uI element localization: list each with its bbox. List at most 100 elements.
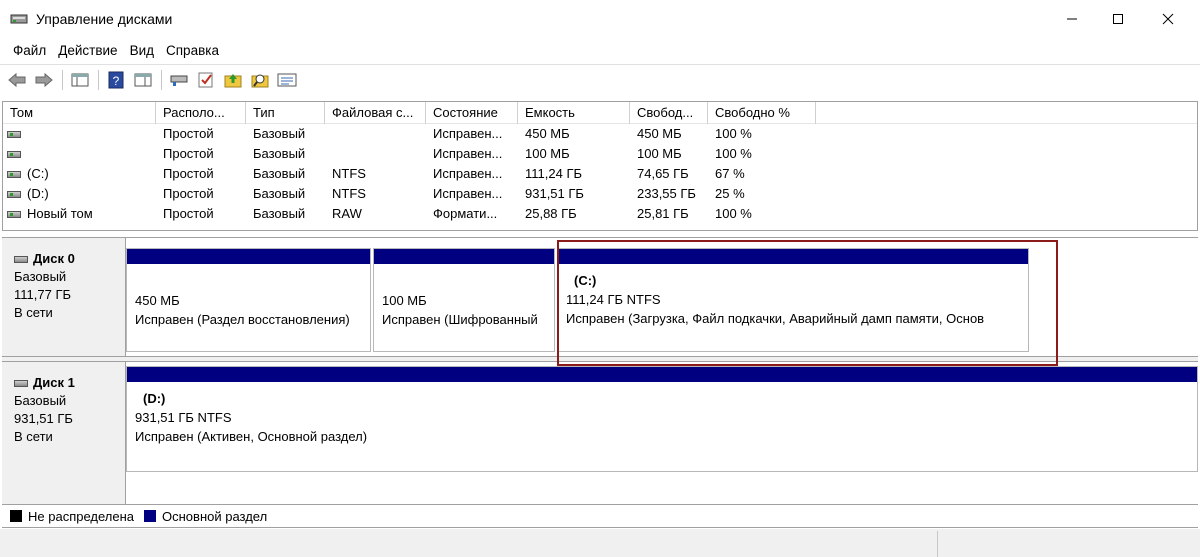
table-row[interactable]: Простой Базовый Исправен... 100 МБ 100 М… xyxy=(3,144,1197,164)
type-cell: Базовый xyxy=(253,186,306,201)
minimize-button[interactable] xyxy=(1049,0,1095,38)
forward-arrow-icon[interactable] xyxy=(33,69,55,91)
partition-bar xyxy=(127,367,1197,382)
legend: Не распределена Основной раздел xyxy=(2,504,1198,528)
volume-cell: (C:) xyxy=(3,164,156,184)
filesystem-cell: RAW xyxy=(332,206,362,221)
status-bar xyxy=(0,529,1200,557)
disk-1-info[interactable]: Диск 1 Базовый 931,51 ГБ В сети xyxy=(2,362,126,504)
menu-help[interactable]: Справка xyxy=(160,43,225,58)
filesystem-cell xyxy=(325,124,426,144)
partition-name: (D:) xyxy=(143,391,166,406)
toolbar-separator xyxy=(161,69,162,90)
minimize-icon xyxy=(1067,18,1077,20)
partition-status: Исправен (Активен, Основной раздел) xyxy=(135,429,368,444)
disk-1-row: Диск 1 Базовый 931,51 ГБ В сети (D:) 931… xyxy=(2,362,1198,504)
menu-view[interactable]: Вид xyxy=(124,43,160,58)
toolbar-separator xyxy=(62,69,63,90)
layout-cell: Простой xyxy=(163,126,214,141)
search-folder-icon[interactable] xyxy=(249,69,271,91)
column-header-filesystem[interactable]: Файловая с... xyxy=(325,102,426,124)
status-bar-divider xyxy=(937,531,938,557)
disk-type: Базовый xyxy=(14,269,67,284)
filesystem-cell: NTFS xyxy=(332,186,366,201)
partition-size: 931,51 ГБ NTFS xyxy=(135,410,232,425)
free-percent-cell: 25 % xyxy=(715,186,745,201)
legend-label-unallocated: Не распределена xyxy=(28,508,135,524)
type-cell: Базовый xyxy=(253,126,306,141)
console-tree-icon[interactable] xyxy=(69,69,91,91)
column-header-status[interactable]: Состояние xyxy=(426,102,518,124)
disk-size: 931,51 ГБ xyxy=(14,411,73,426)
status-cell: Исправен... xyxy=(433,126,503,141)
layout-cell: Простой xyxy=(163,186,214,201)
disk-management-app-icon xyxy=(10,11,28,27)
partition-d[interactable]: (D:) 931,51 ГБ NTFS Исправен (Активен, О… xyxy=(126,366,1198,472)
disk-type: Базовый xyxy=(14,393,67,408)
status-cell: Формати... xyxy=(433,206,498,221)
disk-1-label: Диск 1 xyxy=(33,375,75,390)
menu-action[interactable]: Действие xyxy=(52,43,123,58)
disk-name: Диск 0 xyxy=(14,250,125,268)
maximize-icon xyxy=(1113,14,1123,24)
legend-swatch-primary xyxy=(144,510,157,522)
disk-status: В сети xyxy=(14,429,53,444)
partition-status: Исправен (Раздел восстановления) xyxy=(135,312,350,327)
partition-body: 100 МБ Исправен (Шифрованный xyxy=(374,264,554,351)
table-row[interactable]: Простой Базовый Исправен... 450 МБ 450 М… xyxy=(3,124,1197,144)
volume-cell xyxy=(3,144,156,164)
column-header-layout[interactable]: Располо... xyxy=(156,102,246,124)
column-header-type[interactable]: Тип xyxy=(246,102,325,124)
window-title: Управление дисками xyxy=(36,11,173,27)
disk-status: В сети xyxy=(14,305,53,320)
status-cell: Исправен... xyxy=(433,146,503,161)
capacity-cell: 111,24 ГБ xyxy=(525,166,583,181)
toolbar: ? xyxy=(0,64,1200,94)
capacity-cell: 25,88 ГБ xyxy=(525,206,577,221)
free-space-cell: 450 МБ xyxy=(637,126,682,141)
back-arrow-icon[interactable] xyxy=(6,69,28,91)
toolbar-separator xyxy=(98,69,99,90)
volume-name: (C:) xyxy=(27,166,49,181)
table-row[interactable]: (D:) Простой Базовый NTFS Исправен... 93… xyxy=(3,184,1197,204)
show-pane-icon[interactable] xyxy=(132,69,154,91)
column-header-volume[interactable]: Том xyxy=(3,102,156,124)
status-cell: Исправен... xyxy=(433,186,503,201)
free-space-cell: 25,81 ГБ xyxy=(637,206,689,221)
free-space-cell: 233,55 ГБ xyxy=(637,186,696,201)
menu-bar: Файл Действие Вид Справка xyxy=(0,38,1200,62)
free-space-cell: 74,65 ГБ xyxy=(637,166,689,181)
up-folder-icon[interactable] xyxy=(222,69,244,91)
partition-status: Исправен (Шифрованный xyxy=(382,312,538,327)
volume-icon xyxy=(7,150,21,158)
maximize-button[interactable] xyxy=(1095,0,1141,38)
table-row[interactable]: (C:) Простой Базовый NTFS Исправен... 11… xyxy=(3,164,1197,184)
close-button[interactable] xyxy=(1145,0,1191,38)
table-row[interactable]: Новый том Простой Базовый RAW Формати...… xyxy=(3,204,1197,224)
disk-icon xyxy=(14,379,28,387)
volume-name: Новый том xyxy=(27,206,93,221)
volume-name: (D:) xyxy=(27,186,49,201)
properties-list-icon[interactable] xyxy=(276,69,298,91)
filesystem-cell xyxy=(325,144,426,164)
volume-icon xyxy=(7,170,21,178)
capacity-cell: 450 МБ xyxy=(525,126,570,141)
menu-file[interactable]: Файл xyxy=(7,43,52,58)
volume-cell: Новый том xyxy=(3,204,156,224)
volume-icon xyxy=(7,190,21,198)
legend-label-primary: Основной раздел xyxy=(162,508,268,524)
disk-0-info[interactable]: Диск 0 Базовый 111,77 ГБ В сети xyxy=(2,238,126,356)
disk-icon xyxy=(14,255,28,263)
layout-cell: Простой xyxy=(163,206,214,221)
column-header-free-percent[interactable]: Свободно % xyxy=(708,102,816,124)
partition-recovery[interactable]: 450 МБ Исправен (Раздел восстановления) xyxy=(126,248,371,352)
column-header-capacity[interactable]: Емкость xyxy=(518,102,630,124)
check-icon[interactable] xyxy=(195,69,217,91)
title-bar: Управление дисками xyxy=(0,0,1200,38)
partition-size: 450 МБ xyxy=(135,293,180,308)
legend-swatch-unallocated xyxy=(10,510,22,522)
help-icon[interactable]: ? xyxy=(105,69,127,91)
partition-encrypted[interactable]: 100 МБ Исправен (Шифрованный xyxy=(373,248,555,352)
column-header-free-space[interactable]: Свобод... xyxy=(630,102,708,124)
connect-icon[interactable] xyxy=(168,69,190,91)
